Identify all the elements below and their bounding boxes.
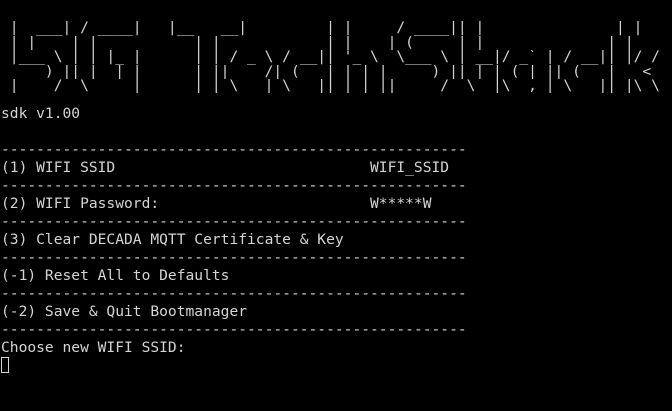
menu-option-wifi-ssid: (1) WIFI SSID WIFI_SSID (1, 159, 672, 177)
text-cursor[interactable] (1, 357, 9, 374)
banner-line: |____/ \_____| |_| \___| \___||_| |_||__… (1, 78, 660, 94)
separator: ----------------------------------------… (1, 249, 467, 267)
input-prompt: Choose new WIFI SSID: (1, 339, 186, 357)
terminal-window[interactable]: _____ _____ _______ _ _____ _ _ | ___| /… (0, 0, 672, 411)
ascii-banner: _____ _____ _______ _ _____ _ _ | ___| /… (1, 7, 672, 93)
menu-option-label: (-2) Save & Quit Bootmanager (1, 303, 248, 321)
separator: ----------------------------------------… (1, 177, 467, 195)
banner-line: |___ \ | | |_ | | | / _ \ / __|| '_ \ \_… (1, 50, 660, 65)
menu-option-clear-certificate: (3) Clear DECADA MQTT Certificate & Key (1, 231, 672, 249)
menu-option-label: (3) Clear DECADA MQTT Certificate & Key (1, 231, 344, 249)
menu-option-label: (1) WIFI SSID (1, 159, 116, 177)
banner-line: ___) || |__| | | || __/| (__ | | | | ___… (1, 64, 660, 79)
banner-line: | ___| / ____| |__ __| | | / ____|| | | … (1, 21, 669, 36)
separator: ----------------------------------------… (1, 141, 467, 159)
menu-option-value: WIFI_SSID (370, 159, 450, 177)
version-text: sdk v1.00 (1, 105, 81, 123)
banner-line: | |__ | | __ | | ___ ___ | |__ | (___ | … (1, 35, 660, 51)
separator: ----------------------------------------… (1, 213, 467, 231)
separator: ----------------------------------------… (1, 321, 467, 339)
menu-option-label: (-1) Reset All to Defaults (1, 267, 230, 285)
menu-option-save-quit: (-2) Save & Quit Bootmanager (1, 303, 672, 321)
separator: ----------------------------------------… (1, 285, 467, 303)
menu-option-wifi-password: (2) WIFI Password: W*****W (1, 195, 672, 213)
menu-option-value: W*****W (370, 195, 432, 213)
banner-line: _____ _____ _______ _ _____ _ _ (1, 7, 669, 22)
input-line[interactable] (1, 357, 672, 375)
menu-option-reset-defaults: (-1) Reset All to Defaults (1, 267, 672, 285)
menu-option-label: (2) WIFI Password: (1, 195, 160, 213)
